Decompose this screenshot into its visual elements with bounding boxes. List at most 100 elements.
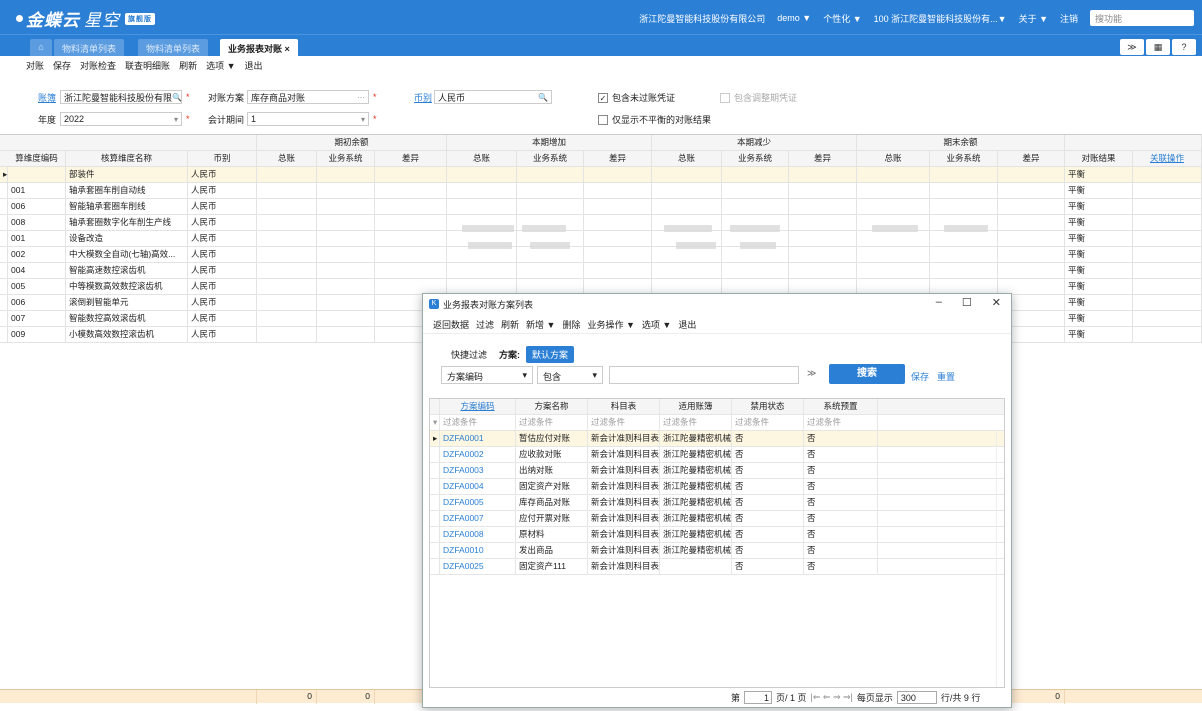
table-row[interactable]: 008 轴承套圈数字化车削生产线 人民币 平衡 bbox=[0, 215, 1202, 231]
about-menu[interactable]: 关于 ▼ bbox=[1019, 12, 1048, 25]
col-book[interactable]: 适用账簿 bbox=[660, 399, 732, 415]
grid-cell-code[interactable]: DZFA0007 bbox=[440, 511, 516, 527]
help-icon[interactable]: ? bbox=[1172, 39, 1196, 55]
grid-icon[interactable]: ▦ bbox=[1146, 39, 1170, 55]
table-row[interactable]: ▸ 部装件 人民币 平衡 bbox=[0, 167, 1202, 183]
grid-row[interactable]: DZFA0002 应收款对账 新会计准则科目表 浙江陀曼精密机械否否 bbox=[430, 447, 1004, 463]
filter-cell[interactable]: 过滤条件 bbox=[660, 415, 732, 431]
tab-bom-list-2[interactable]: 物料清单列表 bbox=[138, 39, 209, 57]
business-ops-menu[interactable]: 业务操作 ▼ bbox=[587, 318, 634, 331]
grid-row[interactable]: ▸ DZFA0001 暂估应付对账 新会计准则科目表 浙江陀曼精密机械否否 bbox=[430, 431, 1004, 447]
filter-cell[interactable]: 过滤条件 bbox=[440, 415, 516, 431]
add-menu[interactable]: 新增 ▼ bbox=[526, 318, 555, 331]
pager-nav-icons[interactable]: |⇐ ⇐ ⇒ ⇒| bbox=[811, 692, 853, 703]
col-inc-gl[interactable]: 总账 bbox=[447, 151, 517, 167]
currency-field[interactable]: 人民币 🔍 bbox=[434, 90, 552, 104]
search-field-select[interactable]: 方案编码 ▾ bbox=[441, 366, 533, 384]
exit-button[interactable]: 退出 bbox=[245, 59, 263, 72]
col-related-op[interactable]: 关联操作 bbox=[1133, 151, 1202, 167]
col-chart[interactable]: 科目表 bbox=[588, 399, 660, 415]
col-dec-diff[interactable]: 差异 bbox=[789, 151, 857, 167]
grid-scrollbar[interactable] bbox=[996, 431, 1004, 687]
grid-cell-code[interactable]: DZFA0003 bbox=[440, 463, 516, 479]
col-open-biz[interactable]: 业务系统 bbox=[317, 151, 375, 167]
filter-button[interactable]: 过滤 bbox=[476, 318, 494, 331]
delete-button[interactable]: 删除 bbox=[562, 318, 580, 331]
refresh-button[interactable]: 刷新 bbox=[501, 318, 519, 331]
refresh-button[interactable]: 刷新 bbox=[179, 59, 197, 72]
personalize-menu[interactable]: 个性化 ▼ bbox=[823, 12, 861, 25]
default-scheme-button[interactable]: 默认方案 bbox=[526, 346, 575, 363]
search-icon[interactable]: 🔍 bbox=[172, 93, 181, 102]
col-close-gl[interactable]: 总账 bbox=[857, 151, 930, 167]
col-currency[interactable]: 币别 bbox=[188, 151, 257, 167]
grid-row[interactable]: DZFA0005 库存商品对账 新会计准则科目表 浙江陀曼精密机械否否 bbox=[430, 495, 1004, 511]
period-select[interactable]: 1 ▾ bbox=[247, 112, 369, 126]
search-button[interactable]: 搜索 bbox=[829, 364, 905, 384]
grid-row[interactable]: DZFA0007 应付开票对账 新会计准则科目表 浙江陀曼精密机械否否 bbox=[430, 511, 1004, 527]
col-name[interactable]: 核算维度名称 bbox=[66, 151, 188, 167]
user-menu[interactable]: demo ▼ bbox=[777, 13, 811, 23]
table-row[interactable]: 004 智能高速数控滚齿机 人民币 平衡 bbox=[0, 263, 1202, 279]
expand-icon[interactable]: ≫ bbox=[1120, 39, 1144, 55]
org-menu[interactable]: 100 浙江陀曼智能科技股份有...▼ bbox=[874, 12, 1007, 25]
reset-link[interactable]: 重置 bbox=[937, 370, 955, 383]
grid-cell-code[interactable]: DZFA0010 bbox=[440, 543, 516, 559]
grid-cell-code[interactable]: DZFA0005 bbox=[440, 495, 516, 511]
close-icon[interactable]: ✕ bbox=[992, 296, 1001, 309]
reconcile-button[interactable]: 对账 bbox=[26, 59, 44, 72]
book-label[interactable]: 账簿 bbox=[38, 91, 56, 104]
grid-cell-code[interactable]: DZFA0004 bbox=[440, 479, 516, 495]
minimize-icon[interactable]: – bbox=[936, 296, 942, 309]
maximize-icon[interactable]: ☐ bbox=[962, 296, 972, 309]
more-icon[interactable]: ··· bbox=[357, 93, 365, 102]
col-dec-gl[interactable]: 总账 bbox=[652, 151, 722, 167]
check-button[interactable]: 对账检查 bbox=[80, 59, 116, 72]
col-result[interactable]: 对账结果 bbox=[1065, 151, 1133, 167]
col-close-diff[interactable]: 差异 bbox=[998, 151, 1065, 167]
col-code[interactable]: 算维度编码 bbox=[8, 151, 66, 167]
scheme-field[interactable]: 库存商品对账 ··· bbox=[247, 90, 369, 104]
save-link[interactable]: 保存 bbox=[911, 370, 929, 383]
filter-cell[interactable]: 过滤条件 bbox=[516, 415, 588, 431]
tab-report-reconcile[interactable]: 业务报表对账 × bbox=[220, 39, 298, 57]
ledger-detail-button[interactable]: 联查明细账 bbox=[125, 59, 170, 72]
exit-button[interactable]: 退出 bbox=[678, 318, 696, 331]
table-row[interactable]: 006 智能轴承套圈车削线 人民币 平衡 bbox=[0, 199, 1202, 215]
col-scheme-name[interactable]: 方案名称 bbox=[516, 399, 588, 415]
per-page-select[interactable]: 300 bbox=[896, 690, 937, 704]
grid-row[interactable]: DZFA0010 发出商品 新会计准则科目表 浙江陀曼精密机械否否 bbox=[430, 543, 1004, 559]
col-inc-biz[interactable]: 业务系统 bbox=[517, 151, 584, 167]
filter-cell[interactable]: 过滤条件 bbox=[588, 415, 660, 431]
year-select[interactable]: 2022 ▾ bbox=[60, 112, 182, 126]
currency-label[interactable]: 币别 bbox=[414, 91, 432, 104]
save-button[interactable]: 保存 bbox=[53, 59, 71, 72]
col-open-gl[interactable]: 总账 bbox=[257, 151, 317, 167]
col-dec-biz[interactable]: 业务系统 bbox=[722, 151, 789, 167]
expand-chevron-icon[interactable]: ≫ bbox=[807, 368, 816, 379]
page-input[interactable]: 1 bbox=[744, 690, 773, 704]
options-menu[interactable]: 选项 ▼ bbox=[206, 59, 235, 72]
table-row[interactable]: 002 中大模数全自动(七轴)高效... 人民币 平衡 bbox=[0, 247, 1202, 263]
logout-link[interactable]: 注销 bbox=[1060, 12, 1078, 25]
col-inc-diff[interactable]: 差异 bbox=[584, 151, 652, 167]
col-disabled[interactable]: 禁用状态 bbox=[732, 399, 804, 415]
col-open-diff[interactable]: 差异 bbox=[375, 151, 447, 167]
col-scheme-code[interactable]: 方案编码 bbox=[440, 399, 516, 415]
tab-bom-list-1[interactable]: 物料清单列表 bbox=[54, 39, 125, 57]
grid-cell-code[interactable]: DZFA0002 bbox=[440, 447, 516, 463]
grid-cell-code[interactable]: DZFA0008 bbox=[440, 527, 516, 543]
search-value-input[interactable] bbox=[609, 366, 799, 384]
function-search-input[interactable]: 搜功能 bbox=[1090, 10, 1194, 26]
grid-cell-code[interactable]: DZFA0025 bbox=[440, 559, 516, 575]
options-menu[interactable]: 选项 ▼ bbox=[642, 318, 671, 331]
table-row[interactable]: 001 设备改造 人民币 平衡 bbox=[0, 231, 1202, 247]
return-data-button[interactable]: 返回数据 bbox=[433, 318, 469, 331]
filter-cell[interactable]: 过滤条件 bbox=[732, 415, 804, 431]
grid-cell-code[interactable]: DZFA0001 bbox=[440, 431, 516, 447]
grid-row[interactable]: DZFA0003 出纳对账 新会计准则科目表 浙江陀曼精密机械否否 bbox=[430, 463, 1004, 479]
book-field[interactable]: 浙江陀曼智能科技股份有限 🔍 bbox=[60, 90, 182, 104]
search-op-select[interactable]: 包含 ▾ bbox=[537, 366, 603, 384]
grid-row[interactable]: DZFA0004 固定资产对账 新会计准则科目表 浙江陀曼精密机械否否 bbox=[430, 479, 1004, 495]
include-unposted-checkbox[interactable]: ✓ 包含未过账凭证 bbox=[598, 91, 675, 104]
